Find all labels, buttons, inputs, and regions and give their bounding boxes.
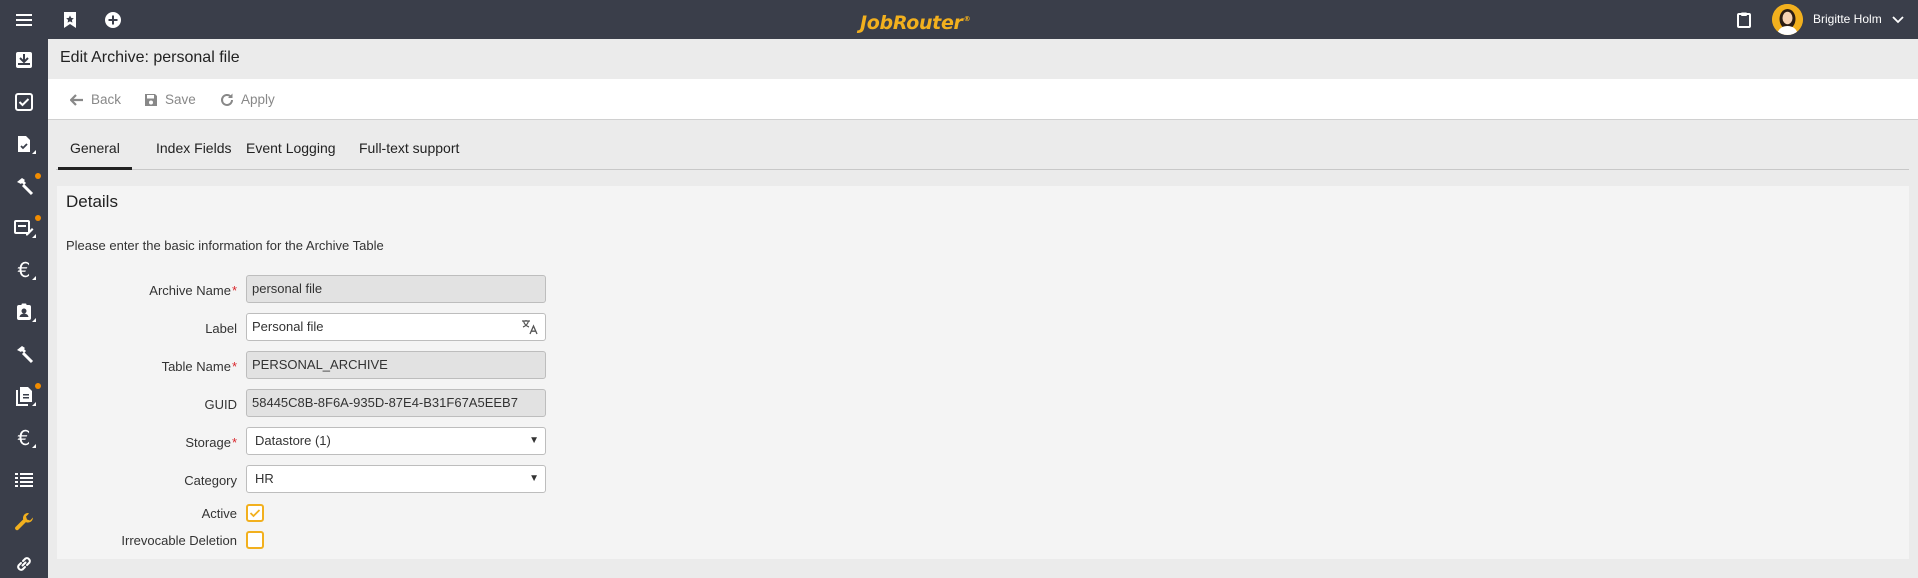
floppy-disk-icon	[145, 93, 157, 106]
category-label: Category	[184, 473, 237, 488]
chevron-down-icon[interactable]	[1890, 0, 1906, 39]
document-check-icon	[18, 136, 30, 152]
label-field-value: Personal file	[252, 319, 324, 334]
storage-label: Storage*	[185, 435, 237, 450]
arrow-left-icon	[70, 93, 83, 106]
active-checkbox[interactable]	[246, 504, 264, 522]
table-name-field[interactable]: PERSONAL_ARCHIVE	[246, 351, 546, 379]
irrevocable-deletion-label: Irrevocable Deletion	[121, 533, 237, 548]
label-label: Label	[205, 321, 237, 336]
user-name[interactable]: Brigitte Holm	[1813, 0, 1882, 39]
avatar[interactable]	[1772, 4, 1803, 35]
sidebar-item-files[interactable]	[0, 377, 48, 415]
euro-icon: €	[17, 426, 31, 450]
sidebar: € €	[0, 39, 48, 578]
page-title: Edit Archive: personal file	[60, 49, 240, 66]
apply-button-label: Apply	[241, 92, 275, 107]
page-header: Edit Archive: personal file	[48, 39, 1918, 79]
archive-name-field[interactable]: personal file	[246, 275, 546, 303]
irrevocable-deletion-checkbox[interactable]	[246, 531, 264, 549]
guid-field[interactable]: 58445C8B-8F6A-935D-87E4-B31F67A5EEB7	[246, 389, 546, 417]
bookmark-icon[interactable]	[58, 0, 82, 39]
app-logo[interactable]: JobRouter®	[860, 0, 971, 39]
contact-badge-icon	[17, 303, 31, 320]
category-select-value: HR	[255, 471, 274, 486]
dropdown-arrow-icon: ▼	[529, 473, 539, 484]
tab-event-logging[interactable]: Event Logging	[234, 140, 348, 170]
wrench-icon	[15, 513, 34, 531]
hammer-icon	[17, 346, 34, 364]
translate-icon[interactable]	[521, 319, 539, 335]
details-title: Details	[66, 192, 118, 211]
back-button-label: Back	[91, 92, 122, 107]
sidebar-item-admin-tools[interactable]	[0, 335, 48, 373]
sidebar-item-finance[interactable]: €	[0, 251, 48, 289]
save-button-label: Save	[165, 92, 196, 107]
tab-full-text-support[interactable]: Full-text support	[347, 140, 471, 170]
category-select[interactable]: HR ▼	[246, 465, 546, 493]
menu-icon[interactable]	[10, 0, 38, 39]
dropdown-arrow-icon: ▼	[529, 435, 539, 446]
form-edit-icon	[14, 220, 34, 236]
tab-index-fields[interactable]: Index Fields	[144, 140, 243, 170]
archive-name-label: Archive Name*	[149, 283, 237, 298]
table-name-label: Table Name*	[161, 359, 237, 374]
tab-general[interactable]: General	[58, 140, 132, 170]
sidebar-item-tools[interactable]	[0, 167, 48, 205]
add-circle-icon[interactable]	[101, 0, 125, 39]
euro-icon: €	[17, 258, 31, 282]
link-icon	[17, 557, 31, 571]
sidebar-item-inbox[interactable]	[0, 41, 48, 79]
apply-button[interactable]: Apply	[220, 79, 275, 120]
refresh-icon	[221, 93, 233, 106]
details-panel: Details Please enter the basic informati…	[57, 186, 1909, 559]
storage-select-value: Datastore (1)	[255, 433, 331, 448]
clipboard-icon[interactable]	[1732, 0, 1756, 39]
label-field[interactable]: Personal file	[246, 313, 546, 341]
sidebar-item-finance-2[interactable]: €	[0, 419, 48, 457]
sidebar-item-list[interactable]	[0, 461, 48, 499]
guid-label: GUID	[204, 397, 238, 412]
sidebar-item-configuration[interactable]	[0, 503, 48, 541]
inbox-icon	[16, 52, 32, 68]
checkbox-icon	[15, 93, 33, 111]
toolbar: Back Save Apply	[48, 79, 1918, 120]
sidebar-item-links[interactable]	[0, 545, 48, 578]
documents-icon	[16, 387, 32, 406]
hammer-icon	[17, 178, 34, 196]
sidebar-item-contacts[interactable]	[0, 293, 48, 331]
sidebar-item-documents[interactable]	[0, 125, 48, 163]
tab-bar: General Index Fields Event Logging Full-…	[48, 120, 1918, 170]
active-label: Active	[201, 506, 237, 521]
save-button[interactable]: Save	[144, 79, 196, 120]
back-button[interactable]: Back	[70, 79, 121, 120]
storage-select[interactable]: Datastore (1) ▼	[246, 427, 546, 455]
details-description: Please enter the basic information for t…	[66, 238, 384, 253]
checkmark-icon	[249, 509, 261, 518]
sidebar-item-tasks[interactable]	[0, 83, 48, 121]
list-icon	[15, 473, 33, 487]
top-bar: JobRouter® Brigitte Holm	[0, 0, 1918, 39]
sidebar-item-forms[interactable]	[0, 209, 48, 247]
